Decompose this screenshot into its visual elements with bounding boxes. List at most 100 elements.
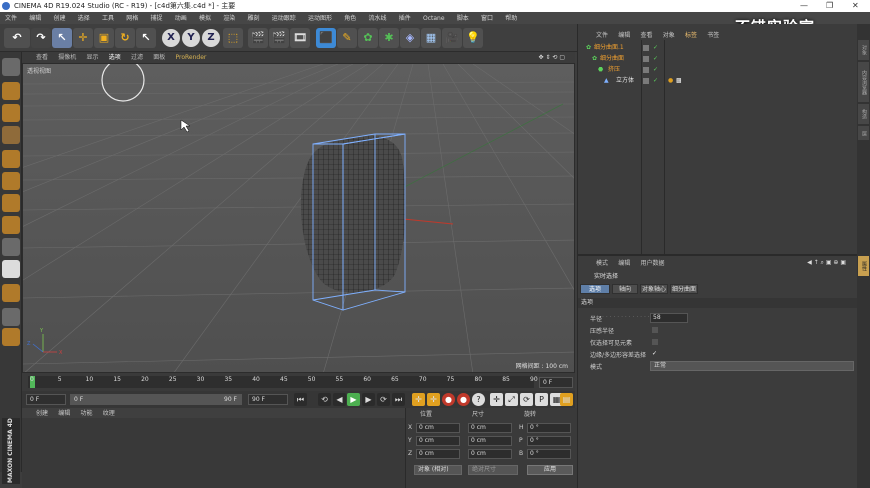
next-frame-icon[interactable]: ▶ [362,393,375,406]
coordinate-system-icon[interactable]: ⬚ [223,28,243,48]
previous-frame-icon[interactable]: ◀ [333,393,346,406]
om-menu-bookmarks[interactable]: 书签 [703,32,723,39]
viewport-menu-filter[interactable]: 过滤 [127,52,147,63]
om-menu-file[interactable]: 文件 [592,32,612,39]
subdivided-object[interactable] [300,135,406,293]
visibility-dots-icon[interactable] [643,56,649,62]
dock-tab-objects[interactable]: 对象 [858,40,869,60]
om-menu-objects[interactable]: 对象 [659,32,679,39]
light-icon[interactable]: 💡 [463,28,483,48]
om-menu-view[interactable]: 查看 [637,32,657,39]
parameter-key-icon[interactable]: P [535,393,548,406]
current-frame-field[interactable]: 0 F [539,377,573,388]
redo-icon[interactable]: ↷ [31,28,51,48]
am-menu-mode[interactable]: 模式 [592,260,612,267]
make-editable-icon[interactable] [2,58,20,76]
enabled-check-icon[interactable]: ✓ [653,65,658,75]
render-view-icon[interactable]: 🎬 [248,28,268,48]
next-key-icon[interactable]: ⟳ [377,393,390,406]
cube-primitive-icon[interactable]: ⬛ [316,28,336,48]
am-menu-userdata[interactable]: 用户数据 [637,260,669,267]
tolerance-select-checkbox[interactable]: ✓ [652,350,657,357]
subdivision-surface-icon[interactable]: ✿ [358,28,378,48]
size-mode-select[interactable]: 绝对尺寸 [468,465,518,475]
go-to-start-icon[interactable]: ⏮ [294,393,307,406]
magnet-icon[interactable] [2,284,20,302]
rotation-p-field[interactable]: 0 ° [527,436,571,446]
planar-workplane-icon[interactable] [2,328,20,346]
object-row-subdivision[interactable]: ✿ 细分曲面 ✓ [578,54,858,64]
position-x-field[interactable]: 0 cm [416,423,460,433]
close-icon[interactable]: ✕ [852,0,859,12]
position-key-icon[interactable]: ✛ [490,393,503,406]
checker-tag-icon[interactable]: ▩ [676,76,682,86]
dock-tab-content-browser[interactable]: 内容浏览器 [858,62,869,102]
mode-select[interactable]: 正常 [650,361,854,371]
pressure-radius-checkbox[interactable] [652,327,658,333]
recent-tool-icon[interactable]: ↖ [136,28,156,48]
object-row-extrude[interactable]: ⬣ 挤压 ✓ [578,65,858,75]
visible-only-checkbox[interactable] [652,339,658,345]
scale-icon[interactable]: ▣ [94,28,114,48]
z-axis-lock-button[interactable]: Z [202,29,220,47]
om-menu-tags[interactable]: 标签 [681,32,701,39]
autokey-icon[interactable]: ● [457,393,470,406]
size-x-field[interactable]: 0 cm [468,423,512,433]
viewport-nav-icons[interactable]: ✥ ⇕ ⟲ ▢ [535,52,569,63]
viewport-menu-panel[interactable]: 面板 [149,52,169,63]
perspective-viewport[interactable]: Y X Z 透视视图 网格间距 : 100 cm [22,63,575,373]
position-y-field[interactable]: 0 cm [416,436,460,446]
attribute-nav-icons[interactable]: ◀ ↑ ⌕ ▣ ⊕ ▣ [803,258,850,268]
visibility-dots-icon[interactable] [643,45,649,51]
size-y-field[interactable]: 0 cm [468,436,512,446]
tab-options[interactable]: 选项 [580,284,610,294]
edges-mode-icon[interactable] [2,172,20,190]
play-icon[interactable]: ▶ [347,393,360,406]
viewport-menu-options[interactable]: 选项 [105,52,125,63]
dock-tab-attributes[interactable]: 属性 [858,256,869,276]
tab-subdivision[interactable]: 细分曲面 [670,284,698,294]
rotate-icon[interactable]: ↻ [115,28,135,48]
start-frame-field[interactable]: 0 F [26,394,66,405]
size-z-field[interactable]: 0 cm [468,449,512,459]
enabled-check-icon[interactable]: ✓ [653,43,658,53]
viewport-menu-view[interactable]: 查看 [32,52,52,63]
viewport-menu-prorender[interactable]: ProRender [172,52,211,63]
tab-axis[interactable]: 轴向 [612,284,638,294]
workplane-lock-icon[interactable] [2,308,20,326]
viewport-menu-display[interactable]: 显示 [83,52,103,63]
record-active-objects-icon[interactable]: ● [442,393,455,406]
scale-keyframe-icon[interactable]: ✛ [427,393,440,406]
deformer-icon[interactable]: ◈ [400,28,420,48]
material-menu-edit[interactable]: 编辑 [54,410,74,417]
frame-range-slider[interactable]: 0 F 90 F [70,394,242,405]
enabled-check-icon[interactable]: ✓ [653,54,658,64]
material-menu-create[interactable]: 创建 [32,410,52,417]
render-settings-icon[interactable]: 🎞 [290,28,310,48]
radius-field[interactable]: 58 [650,313,688,323]
y-axis-lock-button[interactable]: Y [182,29,200,47]
material-menu-texture[interactable]: 纹理 [99,410,119,417]
axis-mode-icon[interactable] [2,216,20,234]
tweak-mode-icon[interactable] [2,238,20,256]
visibility-dots-icon[interactable] [643,67,649,73]
object-row-cube[interactable]: ▲ 立方体 ✓ ● ▩ [578,76,858,86]
undo-icon[interactable]: ↶ [4,28,30,48]
object-row-subdivision-1[interactable]: ✿ 细分曲面.1 ✓ [578,43,858,53]
dock-tab-layers[interactable]: 层 [858,126,869,140]
dock-tab-structure[interactable]: 构造 [858,104,869,124]
rotation-h-field[interactable]: 0 ° [527,423,571,433]
keyframe-selection-icon[interactable]: ? [472,393,485,406]
tab-object-axis[interactable]: 对象轴心 [640,284,668,294]
model-mode-icon[interactable] [2,82,20,100]
snapping-icon[interactable] [2,260,20,278]
enabled-check-icon[interactable]: ✓ [653,76,658,86]
maximize-icon[interactable]: ❐ [826,0,833,12]
coordinate-mode-select[interactable]: 对象 (相对) [414,465,462,475]
workplane-mode-icon[interactable] [2,126,20,144]
am-menu-edit[interactable]: 编辑 [614,260,634,267]
points-mode-icon[interactable] [2,150,20,168]
go-to-end-icon[interactable]: ⏭ [392,393,405,406]
scale-key-icon[interactable]: ⤢ [505,393,518,406]
camera-icon[interactable]: 🎥 [442,28,462,48]
